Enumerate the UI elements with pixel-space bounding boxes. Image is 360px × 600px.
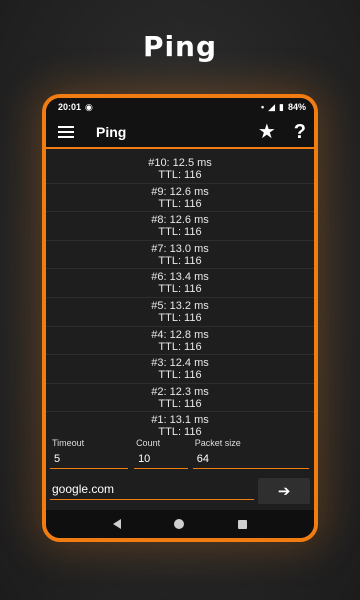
count-input[interactable]: 10 <box>134 453 189 469</box>
battery-percent: 84% <box>287 102 306 112</box>
result-row: #3: 12.4 ms TTL: 116 <box>46 355 314 384</box>
host-row: google.com ➔ <box>46 474 314 504</box>
result-ttl: TTL: 116 <box>158 283 202 296</box>
result-time: #4: 12.8 ms <box>151 328 209 341</box>
phone-frame: 20:01 ◉ • ◢ ▮ 84% Ping ★ ? #10: 12.5 ms T… <box>42 94 318 542</box>
nav-home-icon[interactable] <box>174 519 185 529</box>
signal-icon: ◢ <box>268 101 276 112</box>
app-title: Ping <box>96 123 127 140</box>
star-icon[interactable]: ★ <box>258 122 276 142</box>
packet-size-label: Packet size <box>194 438 241 448</box>
result-time: #3: 12.4 ms <box>151 357 209 370</box>
ping-parameters: Timeout 5 Count 10 Packet size 64 <box>46 438 314 474</box>
result-ttl: TTL: 116 <box>158 340 202 353</box>
app-bar: Ping ★ ? <box>46 116 314 149</box>
nav-recent-icon[interactable] <box>238 519 248 529</box>
status-time: 20:01 <box>58 102 82 112</box>
results-list[interactable]: #10: 12.5 ms TTL: 116 #9: 12.6 ms TTL: 116 #… <box>46 149 314 438</box>
result-ttl: TTL: 116 <box>158 197 202 210</box>
result-time: #1: 13.1 ms <box>151 414 209 427</box>
count-label: Count <box>136 438 161 448</box>
result-ttl: TTL: 116 <box>158 226 202 239</box>
nav-back-icon[interactable] <box>112 519 121 529</box>
start-ping-button[interactable]: ➔ <box>258 478 310 504</box>
notification-dot-icon: • <box>260 102 265 112</box>
host-input[interactable]: google.com <box>50 482 255 500</box>
result-time: #7: 13.0 ms <box>151 242 209 255</box>
result-time: #5: 13.2 ms <box>151 299 209 312</box>
help-icon[interactable]: ? <box>294 122 306 142</box>
result-time: #10: 12.5 ms <box>148 157 212 169</box>
result-row: #2: 12.3 ms TTL: 116 <box>46 384 314 413</box>
result-ttl: TTL: 116 <box>158 169 202 181</box>
result-row: #10: 12.5 ms TTL: 116 <box>46 155 314 184</box>
result-row: #1: 13.1 ms TTL: 116 <box>46 412 314 438</box>
result-row: #9: 12.6 ms TTL: 116 <box>46 184 314 213</box>
hotspot-icon: ◉ <box>85 101 93 112</box>
result-time: #9: 12.6 ms <box>151 185 209 198</box>
result-row: #5: 13.2 ms TTL: 116 <box>46 298 314 327</box>
result-row: #4: 12.8 ms TTL: 116 <box>46 327 314 356</box>
result-ttl: TTL: 116 <box>158 311 202 324</box>
packet-size-input[interactable]: 64 <box>192 453 309 469</box>
menu-icon[interactable] <box>58 125 74 138</box>
result-row: #7: 13.0 ms TTL: 116 <box>46 241 314 270</box>
result-row: #6: 13.4 ms TTL: 116 <box>46 269 314 298</box>
battery-icon: ▮ <box>279 101 284 112</box>
result-row: #8: 12.6 ms TTL: 116 <box>46 212 314 241</box>
result-time: #6: 13.4 ms <box>151 271 209 284</box>
result-time: #2: 12.3 ms <box>151 385 209 398</box>
status-bar: 20:01 ◉ • ◢ ▮ 84% <box>46 98 314 116</box>
arrow-right-icon: ➔ <box>277 483 291 500</box>
result-ttl: TTL: 116 <box>158 254 202 267</box>
result-ttl: TTL: 116 <box>158 426 202 438</box>
timeout-label: Timeout <box>52 438 85 448</box>
result-ttl: TTL: 116 <box>158 397 202 410</box>
timeout-input[interactable]: 5 <box>50 453 128 469</box>
navigation-bar <box>46 510 314 538</box>
result-ttl: TTL: 116 <box>158 369 202 382</box>
result-time: #8: 12.6 ms <box>151 214 209 227</box>
promo-title: Ping <box>142 30 218 63</box>
